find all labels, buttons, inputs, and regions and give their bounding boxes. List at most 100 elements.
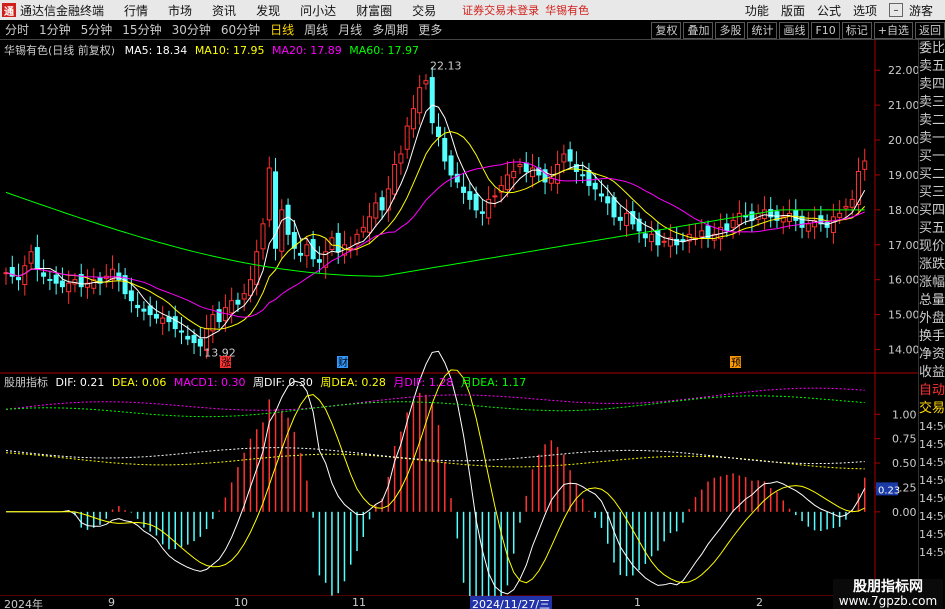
candle-body	[504, 174, 510, 191]
sidebar-item: 现价	[919, 239, 945, 254]
stock-title: 华锡有色(日线 前复权)	[4, 44, 116, 57]
month-dea-label: 月DEA: 1.17	[460, 376, 527, 389]
x-label-2: 2	[756, 596, 763, 609]
y-tick-label: 18.00	[888, 204, 918, 217]
back-button[interactable]: 返回	[915, 21, 945, 39]
multi-stock-button[interactable]: 多股	[715, 21, 746, 39]
candle-body	[567, 149, 573, 162]
candle-body	[479, 211, 485, 214]
f10-button[interactable]: F10	[811, 21, 840, 39]
month-dif-label: 月DIF: 1.28	[393, 376, 454, 389]
watermark-logo: 股朋指标网 www.7gpzb.com	[833, 579, 943, 609]
overlay-button[interactable]: 叠加	[683, 21, 714, 39]
candle-body	[172, 316, 178, 330]
draw-line-button[interactable]: 画线	[779, 21, 810, 39]
add-watchlist-button[interactable]: +自选	[873, 21, 913, 39]
ma60-label: MA60: 17.97	[349, 44, 419, 57]
menu-item-function[interactable]: 功能	[745, 2, 769, 19]
stats-button[interactable]: 统计	[747, 21, 778, 39]
menu-item-market[interactable]: 市场	[168, 2, 192, 19]
period-60min[interactable]: 60分钟	[221, 21, 260, 38]
sidebar-item: 卖四	[919, 77, 945, 92]
x-label-1: 1	[634, 596, 641, 609]
sidebar-item: 外盘	[919, 311, 945, 326]
candle-body	[279, 209, 285, 252]
candle-body	[837, 212, 843, 218]
menu-item-discover[interactable]: 发现	[256, 2, 280, 19]
candle-body	[724, 223, 730, 232]
x-label-11: 11	[352, 596, 366, 609]
candle-body	[34, 247, 40, 270]
period-30min[interactable]: 30分钟	[172, 21, 211, 38]
candle-body	[467, 191, 473, 200]
sidebar-item: 买三	[919, 185, 945, 200]
candle-body	[787, 212, 793, 223]
candle-body	[135, 304, 141, 309]
candle-body	[461, 186, 467, 193]
candle-body	[580, 174, 586, 177]
menu-item-layout[interactable]: 版面	[781, 2, 805, 19]
sidebar-item: 卖一	[919, 131, 945, 146]
candle-body	[298, 252, 304, 256]
candle-body	[379, 197, 385, 211]
menu-item-formula[interactable]: 公式	[817, 2, 841, 19]
macd1-label: MACD1: 0.30	[173, 376, 246, 389]
candle-body	[624, 212, 630, 226]
sidebar-item: 总量	[919, 293, 945, 308]
menu-item-wealth[interactable]: 财富圈	[356, 2, 392, 19]
period-daily[interactable]: 日线	[270, 21, 294, 38]
candle-body	[147, 305, 153, 316]
sidebar-item: 买一	[919, 149, 945, 164]
sidebar-item: 收益	[919, 365, 945, 380]
week-dif-label: 周DIF: 0.30	[253, 376, 313, 389]
sidebar-item: 买五	[919, 221, 945, 236]
candle-body	[304, 244, 310, 257]
guest-label[interactable]: 游客	[909, 2, 933, 19]
period-multi[interactable]: 多周期	[372, 21, 408, 38]
period-15min[interactable]: 15分钟	[122, 21, 161, 38]
period-intraday[interactable]: 分时	[5, 21, 29, 38]
sidebar-item: 净资	[919, 347, 945, 362]
y-tick-label: 20.00	[888, 134, 918, 147]
x-label-cursor-date: 2024/11/27/三	[470, 596, 553, 609]
candle-body	[316, 259, 322, 263]
period-more[interactable]: 更多	[418, 21, 442, 38]
candle-body	[805, 223, 811, 232]
period-1min[interactable]: 1分钟	[39, 21, 71, 38]
candle-body	[41, 272, 47, 277]
candle-body	[373, 202, 379, 219]
ma20-line	[5, 161, 865, 318]
dif-label: DIF: 0.21	[55, 376, 105, 389]
adjust-button[interactable]: 复权	[651, 21, 682, 39]
mark-button[interactable]: 标记	[841, 21, 872, 39]
candle-body	[285, 204, 291, 235]
candle-body	[523, 162, 529, 172]
ma20-label: MA20: 17.89	[272, 44, 342, 57]
menu-item-news[interactable]: 资讯	[212, 2, 236, 19]
ma10-line	[5, 131, 866, 330]
candle-body	[197, 338, 203, 347]
high-price-label: 22.13	[430, 60, 462, 73]
menu-item-trade[interactable]: 交易	[412, 2, 436, 19]
menu-item-options[interactable]: 选项	[853, 2, 877, 19]
period-5min[interactable]: 5分钟	[81, 21, 113, 38]
candle-body	[598, 193, 604, 197]
candle-body	[410, 108, 416, 130]
ma10-label: MA10: 17.95	[194, 44, 265, 57]
chart-canvas[interactable]: 22.00 21.00 20.00 19.00 18.00 17.00 16.00 15.00…	[0, 40, 918, 596]
period-weekly[interactable]: 周线	[304, 21, 328, 38]
x-label-9: 9	[108, 596, 115, 609]
login-notice[interactable]: 证券交易未登录	[462, 2, 539, 18]
y-tick-label: 22.00	[888, 64, 918, 77]
period-monthly[interactable]: 月线	[338, 21, 362, 38]
candle-body	[392, 163, 398, 195]
candle-body	[404, 125, 410, 150]
candle-body	[793, 210, 799, 221]
main-chart-info: 华锡有色(日线 前复权) MA5: 18.34 MA10: 17.95 MA20…	[4, 42, 419, 58]
y-tick-label: 14.00	[888, 344, 918, 357]
menu-item-ask[interactable]: 问小达	[300, 2, 336, 19]
stock-name-top: 华锡有色	[545, 4, 590, 17]
minimize-icon[interactable]: –	[888, 3, 903, 17]
menu-item-quotes[interactable]: 行情	[124, 2, 148, 19]
candle-body	[141, 308, 147, 312]
